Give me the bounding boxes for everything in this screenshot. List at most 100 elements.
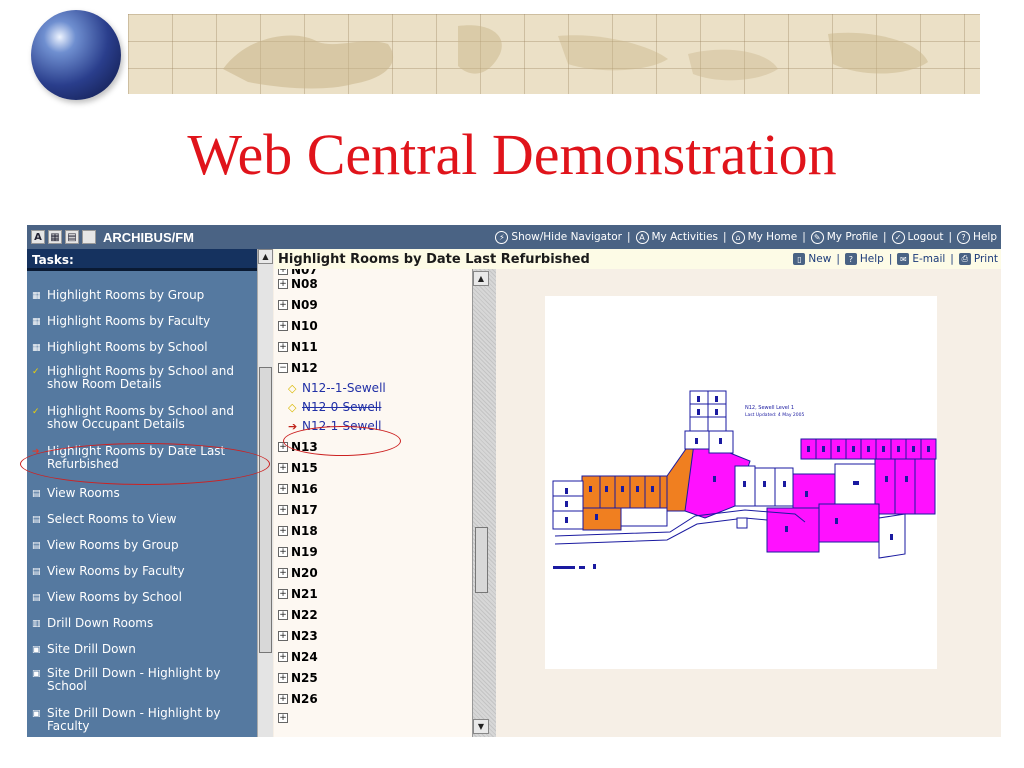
tree-node-n15[interactable]: + N15 xyxy=(278,461,318,475)
my-activities-link[interactable]: A My Activities xyxy=(635,230,718,244)
expand-icon[interactable]: + xyxy=(278,652,288,662)
tasks-heading: Tasks: xyxy=(27,249,257,271)
tree-node-n18[interactable]: + N18 xyxy=(278,524,318,538)
expand-icon[interactable]: + xyxy=(278,568,288,578)
archibus-logo-icon: A xyxy=(31,230,45,244)
floor-plan[interactable]: N12, Sewell Level 1 Last Updated: 4 May … xyxy=(545,296,937,669)
email-icon: ✉ xyxy=(897,253,910,265)
task-highlight-rooms-by-faculty[interactable]: ▦ Highlight Rooms by Faculty xyxy=(32,315,252,329)
task-highlight-rooms-by-school[interactable]: ▦ Highlight Rooms by School xyxy=(32,341,252,355)
my-home-link[interactable]: ⌂ My Home xyxy=(731,230,797,244)
page-title: Highlight Rooms by Date Last Refurbished xyxy=(278,251,590,267)
task-view-rooms-by-school[interactable]: ▤ View Rooms by School xyxy=(32,591,252,605)
tasks-scroll-thumb[interactable] xyxy=(259,367,272,653)
my-profile-link[interactable]: ✎ My Profile xyxy=(810,230,878,244)
tree-node-n09[interactable]: + N09 xyxy=(278,298,318,312)
expand-icon[interactable]: + xyxy=(278,547,288,557)
tree-node-n07[interactable]: + N07 xyxy=(278,269,318,277)
tree-node-n24[interactable]: + N24 xyxy=(278,650,318,664)
tree-node-n22[interactable]: + N22 xyxy=(278,608,318,622)
task-school-room-details[interactable]: ✓ Highlight Rooms by School and show Room… xyxy=(32,365,252,391)
brand-name: ARCHIBUS/FM xyxy=(103,229,194,245)
tree-leaf-n12-0-sewell[interactable]: ◇ N12-0-Sewell xyxy=(288,400,381,414)
highlight-oval-tree xyxy=(283,426,401,456)
expand-icon[interactable]: + xyxy=(278,463,288,473)
new-link[interactable]: New xyxy=(808,253,831,265)
expand-icon[interactable]: + xyxy=(278,484,288,494)
tree-node-n10[interactable]: + N10 xyxy=(278,319,318,333)
tree-node-n19[interactable]: + N19 xyxy=(278,545,318,559)
help-icon: ? xyxy=(844,253,857,265)
map-banner xyxy=(128,14,980,94)
tree-node-n20[interactable]: + N20 xyxy=(278,566,318,580)
expand-icon[interactable]: + xyxy=(278,279,288,289)
show-hide-navigator-link[interactable]: ⚡ Show/Hide Navigator xyxy=(495,230,622,244)
tree-scrollbar[interactable]: ▲ ▼ xyxy=(472,269,496,737)
tree-node-partial[interactable]: + xyxy=(278,713,291,723)
task-view-rooms[interactable]: ▤ View Rooms xyxy=(32,487,252,501)
tree-node-n11[interactable]: + N11 xyxy=(278,340,318,354)
task-select-rooms-to-view[interactable]: ▤ Select Rooms to View xyxy=(32,513,252,527)
expand-icon[interactable]: + xyxy=(278,300,288,310)
expand-icon[interactable]: + xyxy=(278,321,288,331)
home-icon: ⌂ xyxy=(731,230,745,244)
tree-leaf-n12-minus1-sewell[interactable]: ◇ N12--1-Sewell xyxy=(288,381,386,395)
tree-node-n16[interactable]: + N16 xyxy=(278,482,318,496)
expand-icon[interactable]: + xyxy=(278,526,288,536)
scroll-up-arrow-icon[interactable]: ▲ xyxy=(473,271,489,286)
tree-node-n26[interactable]: + N26 xyxy=(278,692,318,706)
top-toolbar: A ▦ ▤ ARCHIBUS/FM ⚡ Show/Hide Navigator |… xyxy=(27,225,1001,249)
task-highlight-rooms-by-group[interactable]: ▦ Highlight Rooms by Group xyxy=(32,289,252,303)
new-icon: ▯ xyxy=(793,253,806,265)
drill-icon: ▥ xyxy=(32,619,41,629)
tree-node-n21[interactable]: + N21 xyxy=(278,587,318,601)
slide-title: Web Central Demonstration xyxy=(187,122,837,187)
tree-scroll-thumb[interactable] xyxy=(475,527,488,593)
expand-icon[interactable]: + xyxy=(278,673,288,683)
logout-icon: ✓ xyxy=(891,230,905,244)
highlight-oval-task xyxy=(20,443,270,485)
map-continents xyxy=(223,25,928,89)
help-icon: ? xyxy=(957,230,971,244)
collapse-icon[interactable]: − xyxy=(278,363,288,373)
list-icon: ▤ xyxy=(32,593,41,603)
drawing-caption: N12, Sewell Level 1 xyxy=(745,405,794,411)
task-site-drill-down-school[interactable]: ▣ Site Drill Down - Highlight by School xyxy=(32,667,252,693)
tree-node-n12[interactable]: − N12 xyxy=(278,361,318,375)
tree-node-n17[interactable]: + N17 xyxy=(278,503,318,517)
scroll-up-arrow-icon[interactable]: ▲ xyxy=(258,249,273,264)
report-icon: ▦ xyxy=(32,291,41,301)
logout-link[interactable]: ✓ Logout xyxy=(891,230,944,244)
grid-icon: ▤ xyxy=(65,230,79,244)
print-icon: ⎙ xyxy=(958,253,971,265)
print-link[interactable]: Print xyxy=(974,253,998,265)
expand-icon[interactable]: + xyxy=(278,505,288,515)
tree-node-n25[interactable]: + N25 xyxy=(278,671,318,685)
expand-icon[interactable]: + xyxy=(278,589,288,599)
list-icon: ▤ xyxy=(32,567,41,577)
tree-node-n23[interactable]: + N23 xyxy=(278,629,318,643)
report-icon: ▦ xyxy=(32,343,41,353)
scroll-down-arrow-icon[interactable]: ▼ xyxy=(473,719,489,734)
tree-node-n08[interactable]: + N08 xyxy=(278,277,318,291)
expand-icon[interactable]: + xyxy=(278,342,288,352)
task-site-drill-down[interactable]: ▣ Site Drill Down xyxy=(32,643,252,657)
lightning-icon: ⚡ xyxy=(495,230,509,244)
window-icon: ▣ xyxy=(32,709,41,719)
expand-icon[interactable]: + xyxy=(278,269,288,275)
task-school-occupant-details[interactable]: ✓ Highlight Rooms by School and show Occu… xyxy=(32,405,252,431)
expand-icon[interactable]: + xyxy=(278,713,288,723)
expand-icon[interactable]: + xyxy=(278,631,288,641)
brand: A ▦ ▤ ARCHIBUS/FM xyxy=(27,230,232,245)
task-drill-down-rooms[interactable]: ▥ Drill Down Rooms xyxy=(32,617,252,631)
expand-icon[interactable]: + xyxy=(278,694,288,704)
expand-icon[interactable]: + xyxy=(278,610,288,620)
email-link[interactable]: E-mail xyxy=(912,253,945,265)
task-site-drill-down-faculty[interactable]: ▣ Site Drill Down - Highlight by Faculty xyxy=(32,707,252,733)
activities-icon: A xyxy=(635,230,649,244)
task-view-rooms-by-faculty[interactable]: ▤ View Rooms by Faculty xyxy=(32,565,252,579)
tasks-scrollbar[interactable]: ▲ xyxy=(257,249,273,737)
help-link[interactable]: ? Help xyxy=(957,230,997,244)
help-action-link[interactable]: Help xyxy=(860,253,884,265)
task-view-rooms-by-group[interactable]: ▤ View Rooms by Group xyxy=(32,539,252,553)
